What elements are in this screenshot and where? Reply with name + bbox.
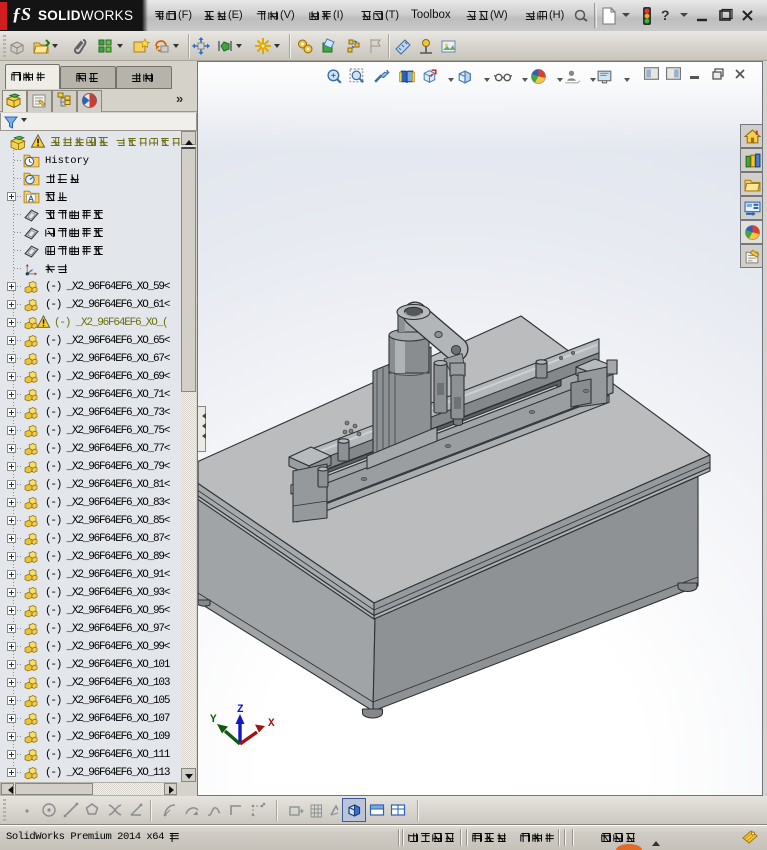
svg-text:A: A (28, 193, 34, 203)
svg-text:X: X (268, 718, 275, 730)
svg-text:Z: Z (237, 704, 244, 716)
svg-text:Y: Y (210, 714, 217, 726)
